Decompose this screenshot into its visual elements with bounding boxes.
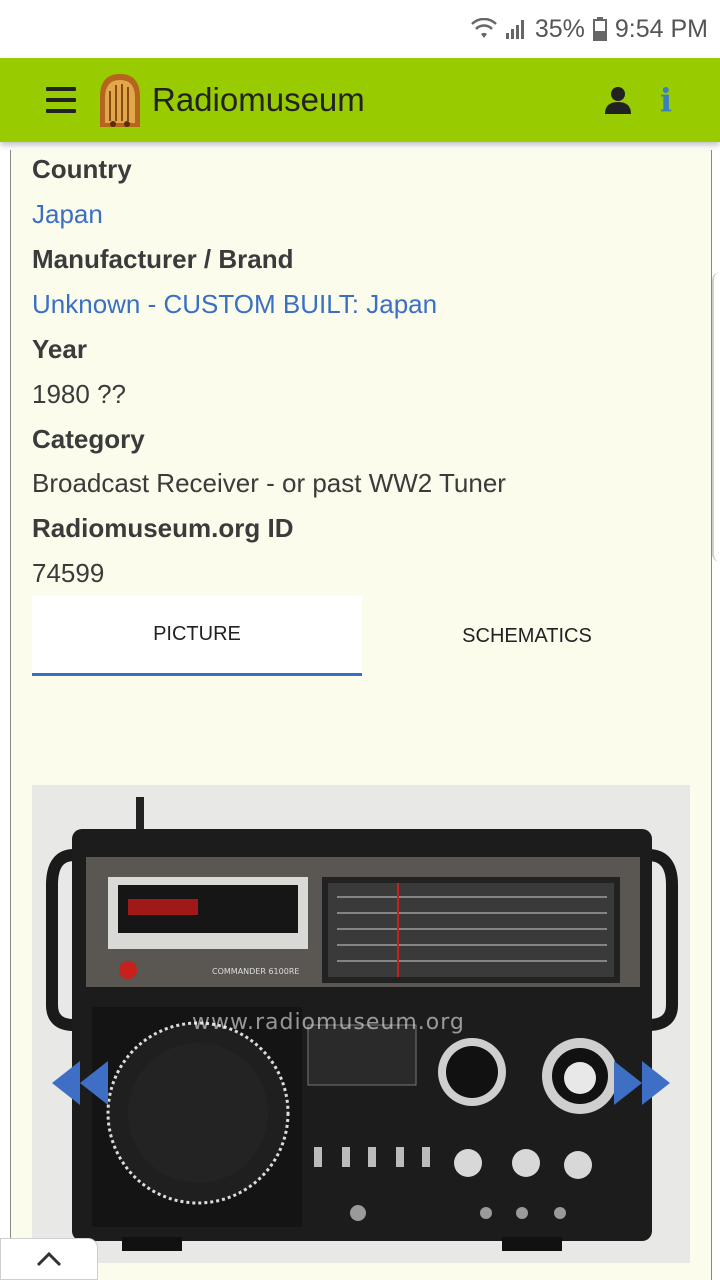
model-text: COMMANDER 6100RE [212, 967, 299, 976]
country-link[interactable]: Japan [32, 199, 103, 230]
app-title: Radiomuseum [152, 81, 365, 118]
status-bar: 35% 9:54 PM [0, 0, 720, 58]
tab-picture[interactable]: PICTURE [32, 596, 362, 676]
scroll-to-top-button[interactable] [0, 1238, 98, 1280]
detail-panel: Country Japan Manufacturer / Brand Unkno… [10, 150, 712, 1280]
clock: 9:54 PM [614, 14, 708, 43]
year-label: Year [32, 334, 87, 364]
year-value: 1980 ?? [32, 379, 126, 409]
hamburger-menu-icon[interactable] [46, 87, 76, 113]
manufacturer-label: Manufacturer / Brand [32, 244, 294, 274]
chevron-left-icon[interactable] [52, 1061, 112, 1105]
manufacturer-link[interactable]: Unknown - CUSTOM BUILT: Japan [32, 289, 437, 320]
category-value: Broadcast Receiver - or past WW2 Tuner [32, 468, 506, 498]
signal-icon [505, 18, 527, 40]
category-label: Category [32, 424, 145, 454]
media-tabs: PICTURE SCHEMATICS [32, 596, 692, 676]
tab-schematics[interactable]: SCHEMATICS [362, 596, 692, 676]
id-label: Radiomuseum.org ID [32, 513, 294, 543]
chevron-right-icon[interactable] [610, 1061, 670, 1105]
edge-panel-handle[interactable] [712, 272, 720, 562]
radiomuseum-logo[interactable] [96, 71, 144, 129]
user-icon[interactable] [604, 86, 632, 114]
chevron-up-icon [36, 1251, 62, 1267]
app-header: Radiomuseum i [0, 58, 720, 142]
info-icon[interactable]: i [660, 81, 672, 119]
battery-icon [592, 17, 607, 41]
battery-percent: 35% [534, 14, 585, 43]
wifi-icon [470, 18, 497, 40]
country-label: Country [32, 154, 132, 184]
radio-photo[interactable]: COMMANDER 6100RE www.radiomuseum.org [32, 785, 690, 1263]
id-value: 74599 [32, 558, 105, 588]
watermark-text: www.radiomuseum.org [192, 1010, 465, 1035]
